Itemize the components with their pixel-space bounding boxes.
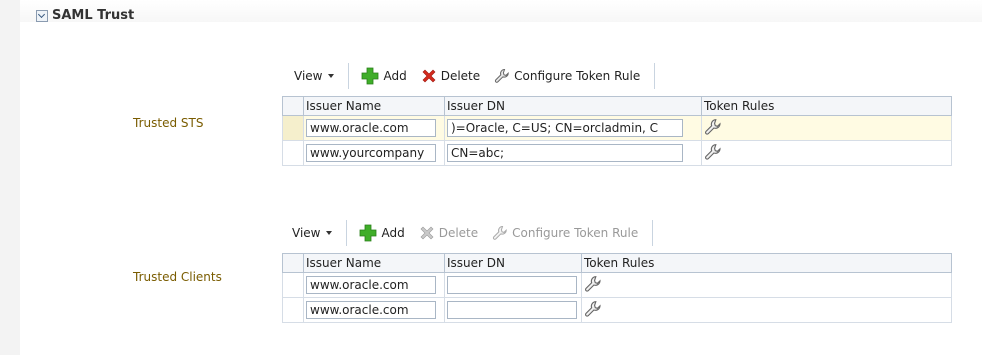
add-label: Add [381,226,405,240]
column-header[interactable]: Issuer DN [444,253,582,273]
table-row[interactable]: www.yourcompany CN=abc; [282,140,952,166]
issuer-name-input[interactable]: www.oracle.com [306,276,436,294]
issuer-dn-input[interactable] [447,276,577,294]
row-selector[interactable] [282,297,304,323]
column-header[interactable]: Token Rules [701,96,952,116]
view-label: View [294,69,323,83]
configure-label: Configure Token Rule [514,69,641,83]
caret-down-icon [326,231,333,235]
issuer-dn-input[interactable]: )=Oracle, C=US; CN=orcladmin, C [447,119,683,137]
issuer-name-input[interactable]: www.oracle.com [306,119,436,137]
row-selector[interactable] [282,272,304,298]
add-button[interactable]: Add [359,224,405,242]
column-header[interactable]: Issuer Name [303,253,445,273]
trusted-sts-toolbar: View Add Delete Configure Token Rule [294,63,656,89]
delete-button[interactable]: Delete [419,225,478,241]
column-header[interactable]: Issuer Name [303,96,445,116]
section-header-band [20,0,982,22]
add-button[interactable]: Add [361,67,407,85]
wrench-icon [493,225,507,240]
delete-label: Delete [438,226,479,240]
plus-icon [362,67,379,85]
view-menu-button[interactable]: View [294,69,335,83]
column-header[interactable]: Token Rules [581,253,952,273]
issuer-dn-input[interactable]: CN=abc; [447,144,683,162]
wrench-icon[interactable] [584,275,602,293]
x-delete-icon [420,226,434,240]
toolbar-separator [348,63,350,89]
section-title: SAML Trust [52,8,135,23]
trusted-clients-label: Trusted Clients [133,270,222,284]
issuer-dn-input[interactable] [447,301,577,319]
configure-token-rule-button[interactable]: Configure Token Rule [494,68,640,84]
wrench-icon[interactable] [704,143,722,161]
table-header-row: Issuer Name Issuer DN Token Rules [282,253,952,273]
delete-button[interactable]: Delete [421,68,480,84]
table-row[interactable]: www.oracle.com [282,272,952,298]
caret-down-icon [328,74,335,78]
trusted-clients-table: Issuer Name Issuer DN Token Rules www.or… [282,253,952,323]
table-row[interactable]: www.oracle.com [282,297,952,323]
trusted-clients-toolbar: View Add Delete Configure Token Rule [292,220,654,246]
table-row[interactable]: www.oracle.com )=Oracle, C=US; CN=orclad… [282,115,952,141]
wrench-icon[interactable] [704,118,722,136]
x-delete-icon [422,69,436,83]
trusted-sts-label: Trusted STS [133,116,204,130]
saml-trust-header[interactable]: SAML Trust [36,8,134,23]
column-header[interactable]: Issuer DN [444,96,702,116]
row-selector[interactable] [282,115,304,141]
row-selector[interactable] [282,140,304,166]
issuer-name-input[interactable]: www.oracle.com [306,301,436,319]
delete-label: Delete [440,69,481,83]
toolbar-separator [652,220,654,246]
view-menu-button[interactable]: View [292,226,333,240]
configure-token-rule-button[interactable]: Configure Token Rule [492,225,638,241]
row-selector-header [282,96,304,116]
issuer-name-input[interactable]: www.yourcompany [306,144,436,162]
add-label: Add [383,69,407,83]
toolbar-separator [346,220,348,246]
view-label: View [292,226,321,240]
wrench-icon [495,68,509,83]
chevron-down-icon[interactable] [36,9,48,22]
configure-label: Configure Token Rule [512,226,639,240]
toolbar-separator [654,63,656,89]
wrench-icon[interactable] [584,300,602,318]
row-selector-header [282,253,304,273]
plus-icon [360,224,377,242]
table-header-row: Issuer Name Issuer DN Token Rules [282,96,952,116]
trusted-sts-table: Issuer Name Issuer DN Token Rules www.or… [282,96,952,166]
